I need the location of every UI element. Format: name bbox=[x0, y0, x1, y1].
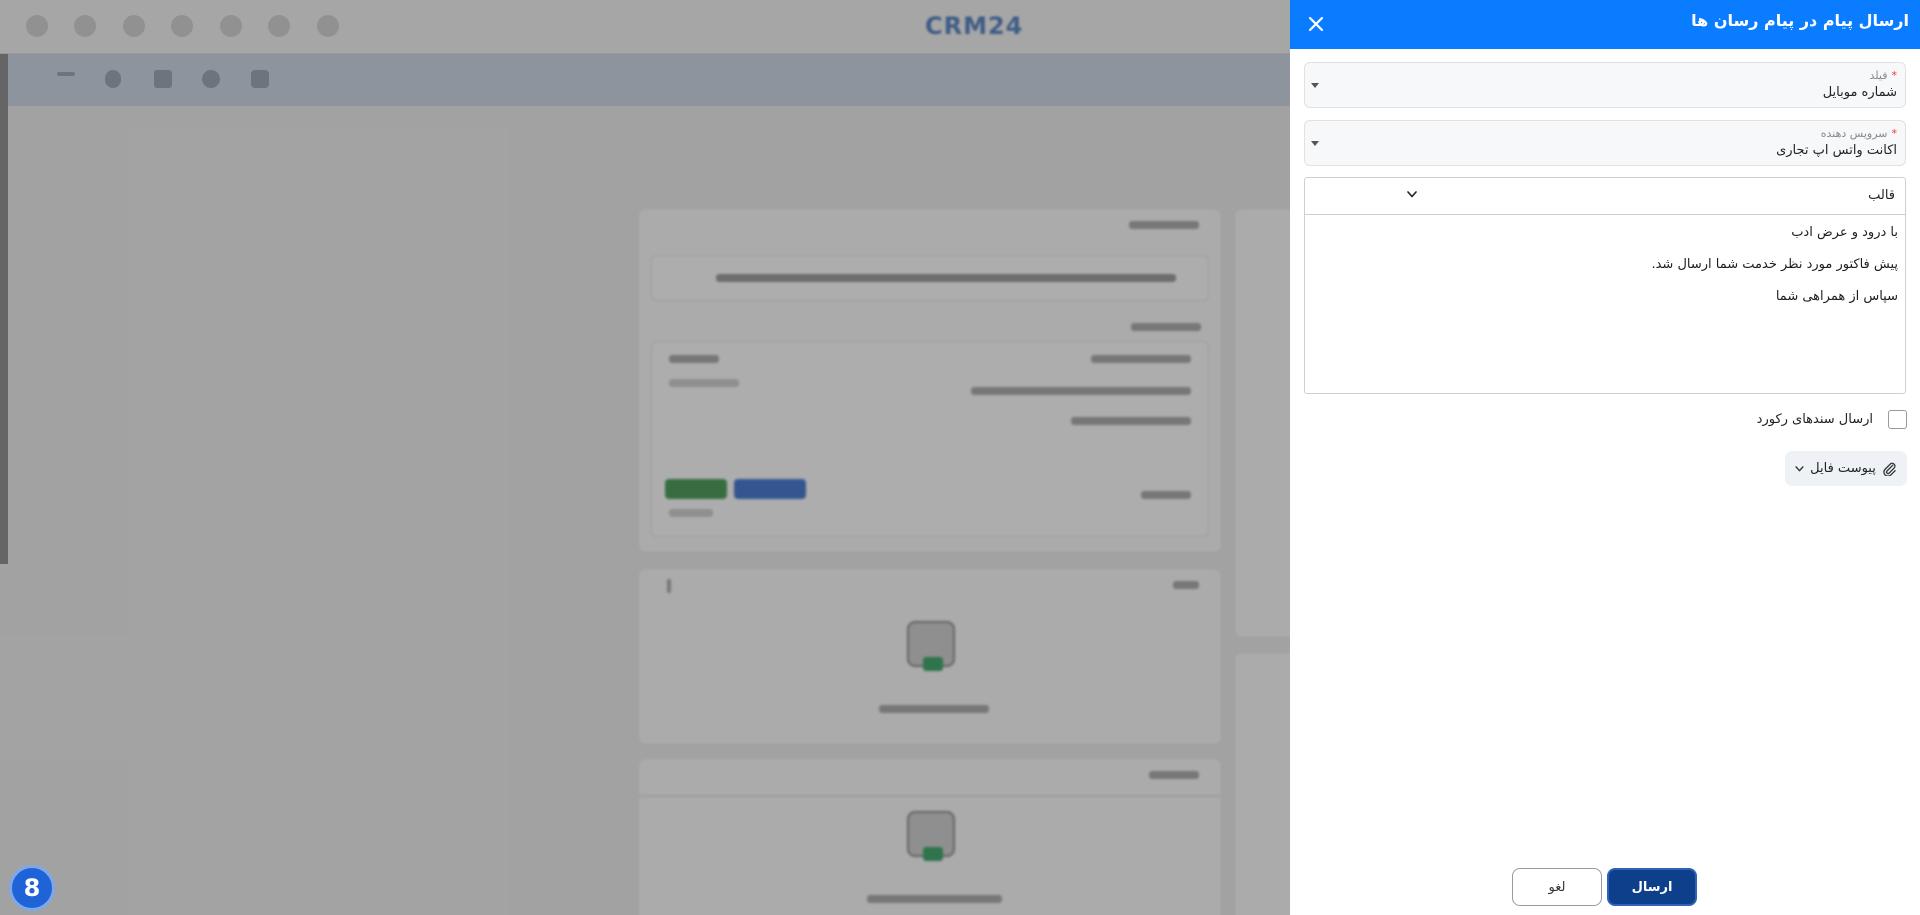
field-select-value: شماره موبایل bbox=[1822, 85, 1897, 100]
provider-select[interactable]: *سرویس دهنده اکانت واتس اپ تجاری bbox=[1304, 120, 1906, 166]
field-select[interactable]: *فیلد شماره موبایل bbox=[1304, 62, 1906, 108]
close-button[interactable] bbox=[1300, 8, 1332, 40]
paperclip-icon bbox=[1883, 462, 1896, 476]
dropdown-caret-icon bbox=[1311, 83, 1319, 88]
send-button[interactable]: ارسال bbox=[1607, 868, 1697, 906]
provider-select-label-text: سرویس دهنده bbox=[1820, 127, 1888, 140]
modal-backdrop[interactable] bbox=[0, 0, 1290, 915]
send-record-documents-row: ارسال سندهای رکورد bbox=[1757, 408, 1907, 430]
send-record-documents-checkbox[interactable] bbox=[1888, 409, 1907, 429]
template-editor: قالب با درود و عرض ادب پیش فاکتور مورد ن… bbox=[1304, 177, 1906, 394]
panel-header: ارسال پیام در پیام رسان ها bbox=[1290, 0, 1920, 49]
help-chat-button[interactable]: 8 bbox=[9, 865, 55, 911]
message-line: سپاس از همراهی شما bbox=[1775, 289, 1898, 304]
message-line: با درود و عرض ادب bbox=[1791, 225, 1898, 240]
field-select-label-text: فیلد bbox=[1869, 69, 1888, 82]
send-message-panel: ارسال پیام در پیام رسان ها *فیلد شماره م… bbox=[1290, 0, 1920, 915]
provider-select-label: *سرویس دهنده bbox=[1821, 127, 1897, 140]
message-line: پیش فاکتور مورد نظر خدمت شما ارسال شد. bbox=[1651, 257, 1898, 272]
template-select-label: قالب bbox=[1868, 188, 1895, 203]
field-select-label: *فیلد bbox=[1870, 69, 1898, 82]
attach-file-label: پیوست فایل bbox=[1810, 461, 1876, 476]
required-mark: * bbox=[1891, 127, 1898, 140]
panel-title: ارسال پیام در پیام رسان ها bbox=[1691, 11, 1909, 30]
provider-select-value: اکانت واتس اپ تجاری bbox=[1776, 143, 1897, 158]
send-record-documents-label: ارسال سندهای رکورد bbox=[1756, 411, 1873, 427]
attach-file-button[interactable]: پیوست فایل bbox=[1785, 451, 1907, 486]
template-select[interactable]: قالب bbox=[1305, 178, 1905, 215]
cancel-button[interactable]: لغو bbox=[1512, 868, 1602, 906]
chevron-down-icon bbox=[1407, 191, 1417, 198]
message-textarea[interactable]: با درود و عرض ادب پیش فاکتور مورد نظر خد… bbox=[1318, 225, 1898, 321]
dropdown-caret-icon bbox=[1311, 141, 1319, 146]
chevron-down-icon bbox=[1795, 465, 1804, 471]
required-mark: * bbox=[1891, 69, 1898, 82]
close-icon bbox=[1308, 16, 1324, 32]
